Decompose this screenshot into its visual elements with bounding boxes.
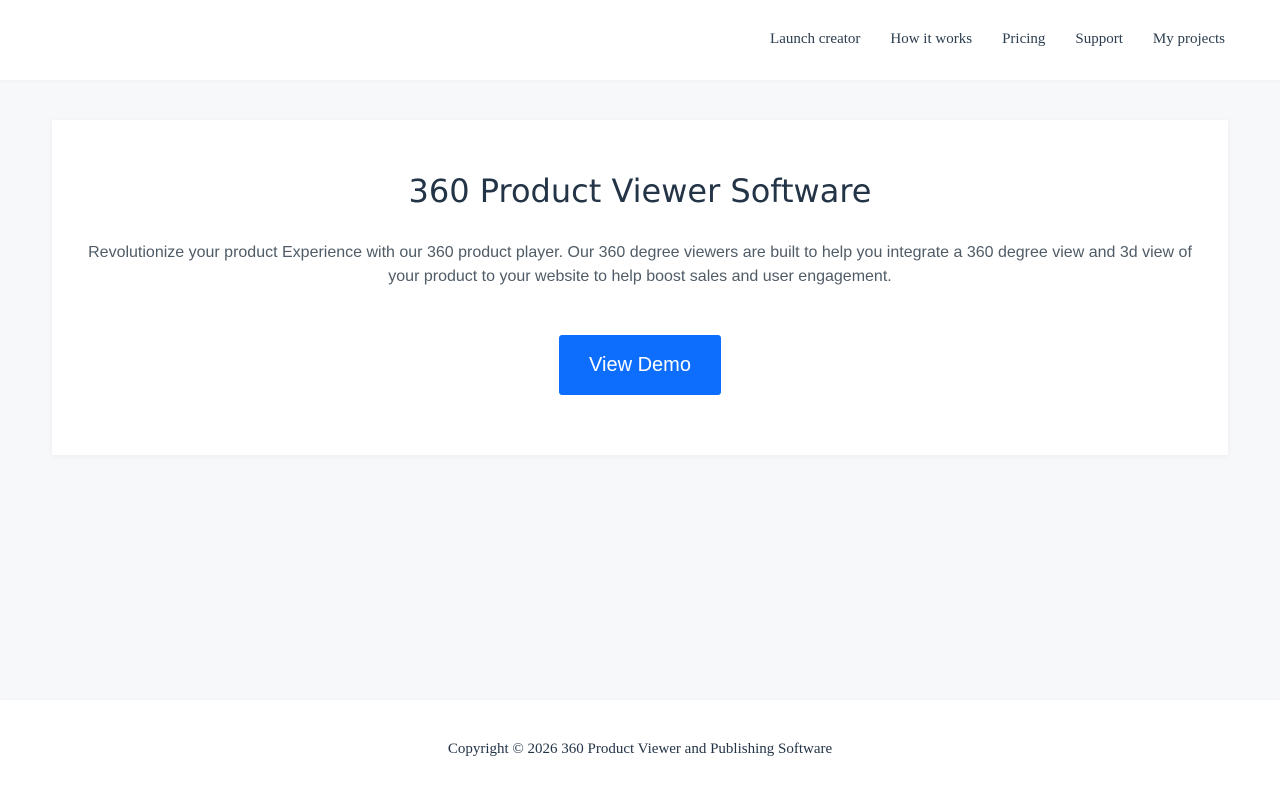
nav-link-pricing[interactable]: Pricing — [1002, 31, 1045, 48]
view-demo-button[interactable]: View Demo — [559, 335, 721, 395]
top-navbar: Launch creator How it works Pricing Supp… — [0, 0, 1280, 80]
copyright-text: Copyright © 2026 360 Product Viewer and … — [447, 741, 833, 757]
hero-card: 360 Product Viewer Software Revolutioniz… — [52, 120, 1228, 455]
nav-link-support[interactable]: Support — [1075, 31, 1123, 48]
nav-link-launch-creator[interactable]: Launch creator — [770, 31, 860, 48]
hero-description: Revolutionize your product Experience wi… — [88, 244, 1192, 285]
hero-title: 360 Product Viewer Software — [408, 172, 872, 210]
nav-link-how-it-works[interactable]: How it works — [890, 31, 972, 48]
footer: Copyright © 2026 360 Product Viewer and … — [0, 700, 1280, 800]
main-nav: Launch creator How it works Pricing Supp… — [770, 31, 1225, 48]
nav-link-my-projects[interactable]: My projects — [1153, 31, 1225, 48]
